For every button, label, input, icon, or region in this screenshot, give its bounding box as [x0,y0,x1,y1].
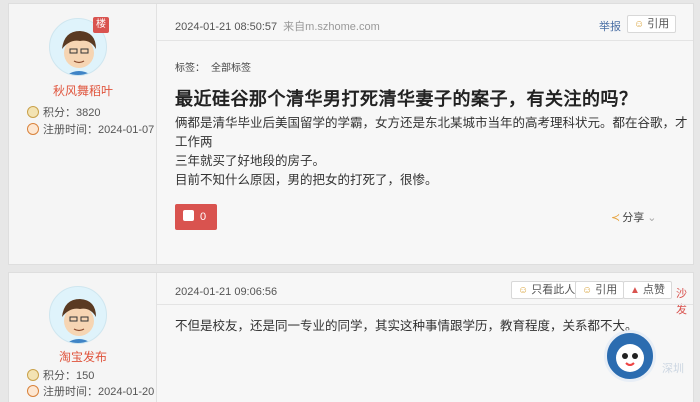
user-icon: ☺ [518,285,529,296]
username[interactable]: 秋风舞稻叶 [9,82,157,99]
like-count: 0 [200,211,207,223]
only-this-user-button[interactable]: ☺ 只看此人 [511,281,583,299]
username[interactable]: 淘宝发布 [9,348,157,365]
post-meta: 2024-01-21 08:50:57 来自m.szhome.com [175,18,380,34]
avatar[interactable] [49,286,107,344]
post-1: 楼 秋风舞稻叶 积分：3820 注册时间：2024-01-07 2024-01-… [8,3,694,265]
header-divider [157,40,693,41]
coin-icon [27,369,39,381]
quote-button[interactable]: ☺ 引用 [627,15,677,33]
thumbs-up-icon: ▲ [630,285,640,296]
user-panel: 楼 秋风舞稻叶 积分：3820 注册时间：2024-01-07 [9,4,157,264]
tag-all[interactable]: 全部标签 [211,63,251,74]
clock-icon [27,385,39,397]
quote-icon: ☺ [634,19,645,30]
post-time: 2024-01-21 09:06:56 [175,286,278,298]
mascot-watermark-icon [604,330,656,382]
share-button[interactable]: ≺ 分享 ⌄ [611,209,656,225]
thumbs-up-icon [183,210,194,221]
post-body: 俩都是清华毕业后美国留学的学霸，女方还是东北某城市当年的高考理科状元。都在谷歌，… [175,116,688,187]
tags: 标签： 全部标签 [175,63,251,74]
share-icon: ≺ [611,212,621,224]
user-reg-date: 注册时间：2024-01-20 [27,383,154,399]
post-source: 来自m.szhome.com [283,21,380,33]
sofa-link[interactable]: 沙发 [676,285,693,317]
header-divider [157,304,693,305]
quote-button[interactable]: ☺ 引用 [575,281,625,299]
report-link[interactable]: 举报 [599,18,621,34]
post-2: 淘宝发布 积分：150 注册时间：2024-01-20 2024-01-21 0… [8,272,694,402]
clock-icon [27,123,39,135]
like-button[interactable]: 0 [175,204,217,230]
user-points: 积分：3820 [27,104,100,120]
upvote-button[interactable]: ▲ 点赞 [623,281,672,299]
quote-icon: ☺ [582,285,593,296]
post-title: 最近硅谷那个清华男打死清华妻子的案子，有关注的吗？ [175,89,638,109]
chevron-down-icon: ⌄ [647,212,657,224]
post-time: 2024-01-21 08:50:57 [175,21,278,33]
watermark-text: 深圳 [662,363,684,375]
coin-icon [27,106,39,118]
user-reg-date: 注册时间：2024-01-07 [27,121,154,137]
floor-badge: 楼 [93,17,109,33]
post-meta: 2024-01-21 09:06:56 [175,286,277,298]
post-content: 2024-01-21 08:50:57 来自m.szhome.com 举报 ☺ 引用… [157,4,693,264]
user-points: 积分：150 [27,367,94,383]
user-panel: 淘宝发布 积分：150 注册时间：2024-01-20 [9,273,157,402]
